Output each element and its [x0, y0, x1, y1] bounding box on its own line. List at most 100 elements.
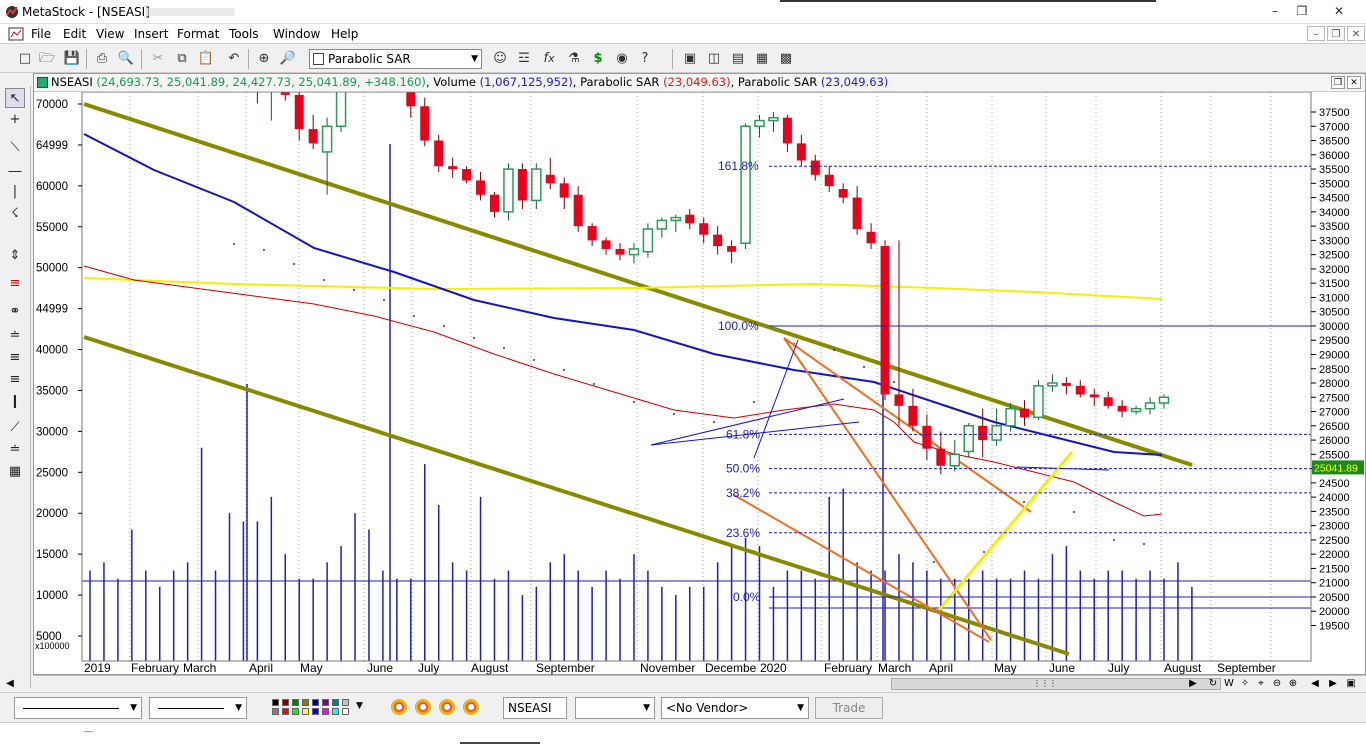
chart-close-button[interactable]: ✕: [1347, 76, 1361, 89]
menu-help[interactable]: Help: [331, 27, 358, 41]
move-icon[interactable]: ⌖: [1254, 677, 1268, 691]
explorer-icon[interactable]: ☲: [515, 50, 533, 68]
color-swatch[interactable]: [322, 699, 329, 706]
new-icon[interactable]: □: [16, 50, 34, 68]
crosshair-icon[interactable]: ⊕: [255, 50, 273, 68]
color-swatch[interactable]: [332, 699, 339, 706]
tile-horizontal-icon[interactable]: ▤: [729, 50, 747, 68]
system-tester-icon[interactable]: ⚗: [565, 50, 583, 68]
scroll-thumb[interactable]: ⋮⋮⋮: [1033, 678, 1057, 690]
chart-window[interactable]: NSEASI (24,693.73, 25,041.89, 24,427.73,…: [33, 73, 1366, 675]
menu-tools[interactable]: Tools: [229, 27, 259, 41]
arcs-icon[interactable]: ⚭: [5, 302, 25, 322]
fan-icon[interactable]: ≐: [5, 326, 25, 346]
line-style-select[interactable]: ▼: [14, 697, 142, 719]
color-swatch[interactable]: [282, 708, 289, 715]
undo-icon[interactable]: ↶: [225, 50, 243, 68]
marker-icon[interactable]: ✧: [1238, 677, 1252, 691]
chart-restore-button[interactable]: ❒: [1331, 76, 1345, 89]
menu-window[interactable]: Window: [273, 27, 320, 41]
tool-spinner-icon[interactable]: ⇕: [5, 246, 25, 266]
security-select[interactable]: ▼: [575, 697, 655, 719]
price-chart[interactable]: 161.8% 100.0% 61.8% 50.0% 38.2% 23.6% 0.0% 700…: [34, 92, 1365, 675]
binoculars-icon[interactable]: ◉: [613, 50, 631, 68]
zoom-out-icon[interactable]: ⊖: [1270, 677, 1284, 691]
cycle-lines-icon[interactable]: ☇: [5, 204, 25, 224]
window-icon[interactable]: ▣: [681, 50, 699, 68]
menu-file[interactable]: File: [31, 27, 51, 41]
palette-chevron-icon[interactable]: ▼: [356, 701, 363, 711]
color-swatch[interactable]: [322, 708, 329, 715]
menu-insert[interactable]: Insert: [134, 27, 168, 41]
menu-format[interactable]: Format: [177, 27, 219, 41]
open-icon[interactable]: 🗁: [38, 50, 56, 68]
zoom-in-icon[interactable]: ⊕: [1286, 677, 1300, 691]
print-icon[interactable]: ⎙: [93, 50, 111, 68]
mdi-restore-button[interactable]: ❒: [1327, 26, 1345, 41]
help-icon[interactable]: ?: [636, 50, 654, 68]
scroll-left-icon[interactable]: ◀: [3, 677, 17, 691]
print-preview-icon[interactable]: 🔍: [117, 50, 135, 68]
chart-doc-icon[interactable]: [8, 27, 24, 41]
color-palette[interactable]: [272, 699, 352, 717]
time-zones-icon[interactable]: ❙: [5, 392, 25, 412]
gann-icon[interactable]: ≡: [5, 370, 25, 390]
tile-icon[interactable]: ▦: [753, 50, 771, 68]
w-icon[interactable]: W: [1222, 677, 1236, 691]
minimize-button[interactable]: –: [1262, 2, 1288, 20]
copy-icon[interactable]: ⧉: [173, 50, 191, 68]
color-swatch[interactable]: [342, 699, 349, 706]
line-weight-select[interactable]: ▼: [149, 697, 247, 719]
sar-dot: [1073, 511, 1075, 513]
chrome-icon[interactable]: [439, 699, 455, 715]
color-swatch[interactable]: [272, 699, 279, 706]
color-swatch[interactable]: [312, 708, 319, 715]
cut-icon[interactable]: ✂: [149, 50, 167, 68]
refresh-icon[interactable]: ↻: [1206, 677, 1220, 691]
color-swatch[interactable]: [292, 708, 299, 715]
mdi-close-button[interactable]: ✕: [1347, 26, 1365, 41]
color-swatch[interactable]: [272, 708, 279, 715]
color-swatch[interactable]: [302, 699, 309, 706]
vertical-line-icon[interactable]: |: [5, 182, 25, 202]
indicator-select[interactable]: Parabolic SAR ▼: [309, 49, 482, 69]
close-button[interactable]: ✕: [1326, 2, 1352, 20]
page-left-icon[interactable]: ◀: [1308, 677, 1322, 691]
crosshair-tool-icon[interactable]: +: [5, 110, 25, 130]
expert-icon[interactable]: ☺: [491, 50, 509, 68]
speed-lines-icon[interactable]: ≡: [5, 348, 25, 368]
color-swatch[interactable]: [332, 708, 339, 715]
pointer-icon[interactable]: ↖: [5, 88, 25, 108]
vendor-select[interactable]: <No Vendor> ▼: [661, 697, 809, 719]
symbol-field[interactable]: NSEASI: [503, 697, 567, 719]
fit-icon[interactable]: ▣: [1344, 677, 1358, 691]
color-swatch[interactable]: [342, 708, 349, 715]
save-icon[interactable]: 💾: [63, 50, 81, 68]
paste-icon[interactable]: 📋: [197, 50, 215, 68]
dollar-icon[interactable]: $: [589, 50, 607, 68]
menu-view[interactable]: View: [96, 27, 124, 41]
color-swatch[interactable]: [302, 708, 309, 715]
page-right-icon[interactable]: ▶: [1326, 677, 1340, 691]
tile-vertical-icon[interactable]: ◫: [705, 50, 723, 68]
scroll-right-icon[interactable]: ▶: [1186, 677, 1200, 691]
horizontal-line-icon[interactable]: ―: [5, 162, 25, 182]
trade-button[interactable]: Trade: [815, 697, 883, 719]
menu-edit[interactable]: Edit: [63, 27, 86, 41]
trendline-icon[interactable]: ⟍: [5, 138, 25, 158]
fibonacci-retracement-icon[interactable]: ≡: [5, 274, 25, 294]
layout-icon[interactable]: ▩: [777, 50, 795, 68]
chrome-icon[interactable]: [415, 699, 431, 715]
color-swatch[interactable]: [282, 699, 289, 706]
mdi-minimize-button[interactable]: –: [1307, 26, 1325, 41]
chrome-icon[interactable]: [391, 699, 407, 715]
regression-channel-icon[interactable]: ⟋: [5, 418, 25, 438]
formula-icon[interactable]: fx: [540, 50, 558, 68]
zoom-icon[interactable]: 🔎: [279, 50, 297, 68]
restore-button[interactable]: ❒: [1289, 2, 1315, 20]
andrews-pitchfork-icon[interactable]: ≐: [5, 440, 25, 460]
color-swatch[interactable]: [312, 699, 319, 706]
quadrant-lines-icon[interactable]: ▦: [5, 462, 25, 482]
color-swatch[interactable]: [292, 699, 299, 706]
chrome-icon[interactable]: [463, 699, 479, 715]
